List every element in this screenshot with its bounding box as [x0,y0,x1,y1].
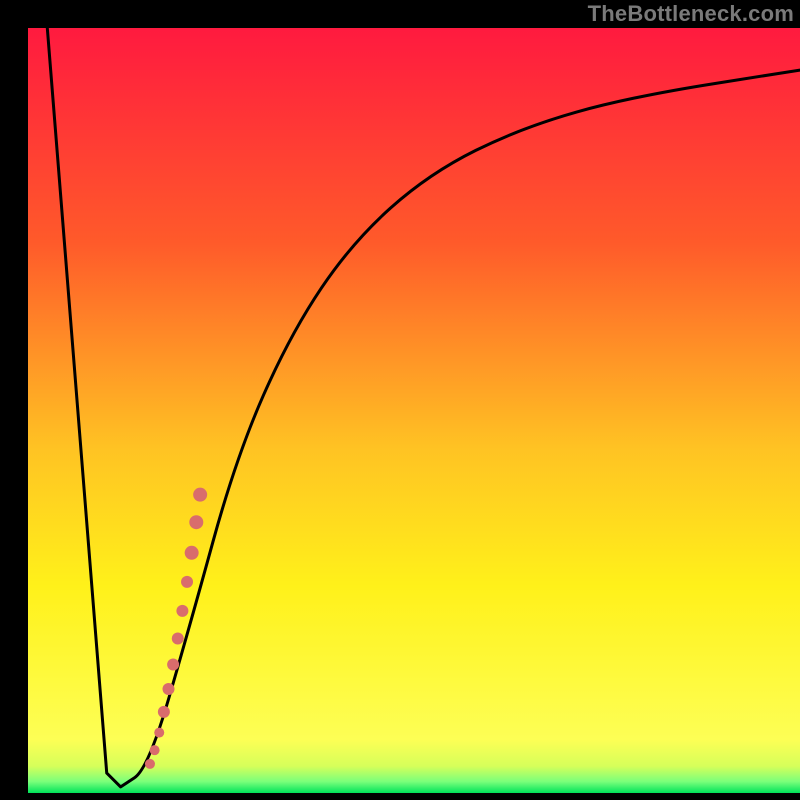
bottleneck-point [145,759,155,769]
bottleneck-point [167,658,179,670]
bottleneck-point [176,605,188,617]
bottleneck-point [154,728,164,738]
bottleneck-point [150,745,160,755]
chart-svg [0,0,800,800]
bottleneck-point [158,706,170,718]
bottleneck-point [193,488,207,502]
bottleneck-point [172,632,184,644]
chart-container: TheBottleneck.com [0,0,800,800]
bottleneck-point [163,683,175,695]
gradient-background [28,28,800,793]
bottleneck-point [181,576,193,588]
attribution-label: TheBottleneck.com [588,1,794,27]
bottleneck-point [185,546,199,560]
bottleneck-point [189,515,203,529]
